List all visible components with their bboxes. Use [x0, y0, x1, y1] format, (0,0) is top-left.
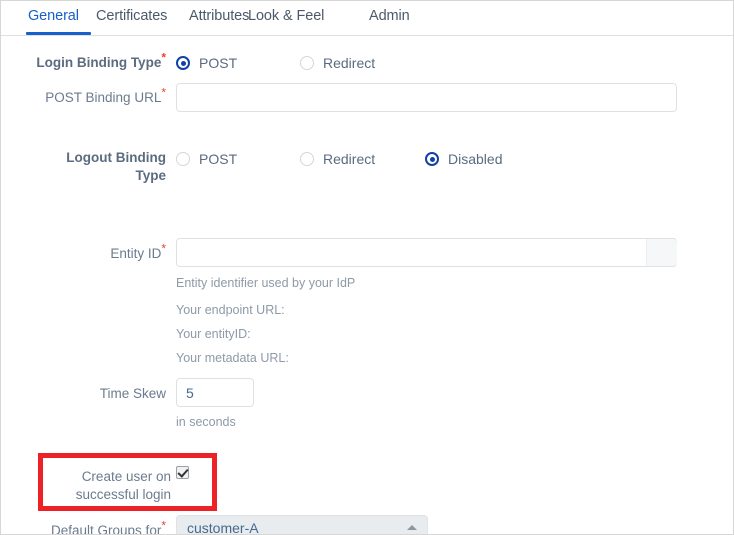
required-asterisk: * — [161, 85, 166, 100]
default-groups-label: Default Groups for* — [51, 518, 166, 535]
tab-look-and-feel[interactable]: Look & Feel — [248, 8, 324, 24]
active-tab-indicator — [26, 32, 91, 35]
default-groups-select[interactable]: customer-A — [176, 515, 428, 535]
radio-icon-unselected — [300, 152, 314, 166]
post-binding-url-input[interactable] — [176, 83, 677, 112]
required-asterisk: * — [161, 241, 166, 256]
post-binding-url-label: POST Binding URL* — [45, 85, 166, 106]
entity-id-value-text: Your entityID: — [176, 327, 251, 341]
tab-bar: General Certificates Attributes Look & F… — [1, 1, 733, 36]
radio-logout-binding-disabled[interactable]: Disabled — [425, 151, 502, 167]
entity-id-help-text: Entity identifier used by your IdP — [176, 276, 356, 290]
tab-general[interactable]: General — [28, 8, 79, 24]
radio-icon-unselected — [300, 56, 314, 70]
time-skew-label: Time Skew — [99, 386, 166, 401]
required-asterisk: * — [161, 50, 166, 65]
required-asterisk: * — [161, 518, 166, 533]
radio-logout-binding-redirect[interactable]: Redirect — [300, 151, 375, 167]
login-binding-type-label: Login Binding Type* — [36, 50, 166, 71]
time-skew-input[interactable] — [176, 378, 254, 407]
radio-login-binding-redirect[interactable]: Redirect — [300, 55, 375, 71]
default-groups-selected-value: customer-A — [187, 520, 259, 535]
create-user-checkbox[interactable] — [176, 466, 189, 479]
logout-binding-type-label: Logout Binding Type — [66, 150, 166, 183]
radio-login-binding-post[interactable]: POST — [176, 55, 237, 71]
tab-certificates[interactable]: Certificates — [96, 8, 167, 24]
radio-logout-binding-post[interactable]: POST — [176, 151, 237, 167]
chevron-up-icon — [407, 525, 417, 530]
time-skew-help-text: in seconds — [176, 415, 236, 429]
entity-id-input[interactable] — [176, 238, 677, 267]
radio-icon-unselected — [176, 152, 190, 166]
radio-icon-selected — [425, 152, 439, 166]
saml-configuration-screen: General Certificates Attributes Look & F… — [0, 0, 734, 535]
metadata-url-text: Your metadata URL: — [176, 351, 289, 365]
entity-id-label: Entity ID* — [110, 241, 166, 262]
tab-admin[interactable]: Admin — [369, 8, 410, 24]
radio-icon-selected — [176, 56, 190, 70]
tab-attributes[interactable]: Attributes — [189, 8, 249, 24]
endpoint-url-text: Your endpoint URL: — [176, 303, 285, 317]
create-user-label: Create user on successful login — [75, 469, 171, 502]
